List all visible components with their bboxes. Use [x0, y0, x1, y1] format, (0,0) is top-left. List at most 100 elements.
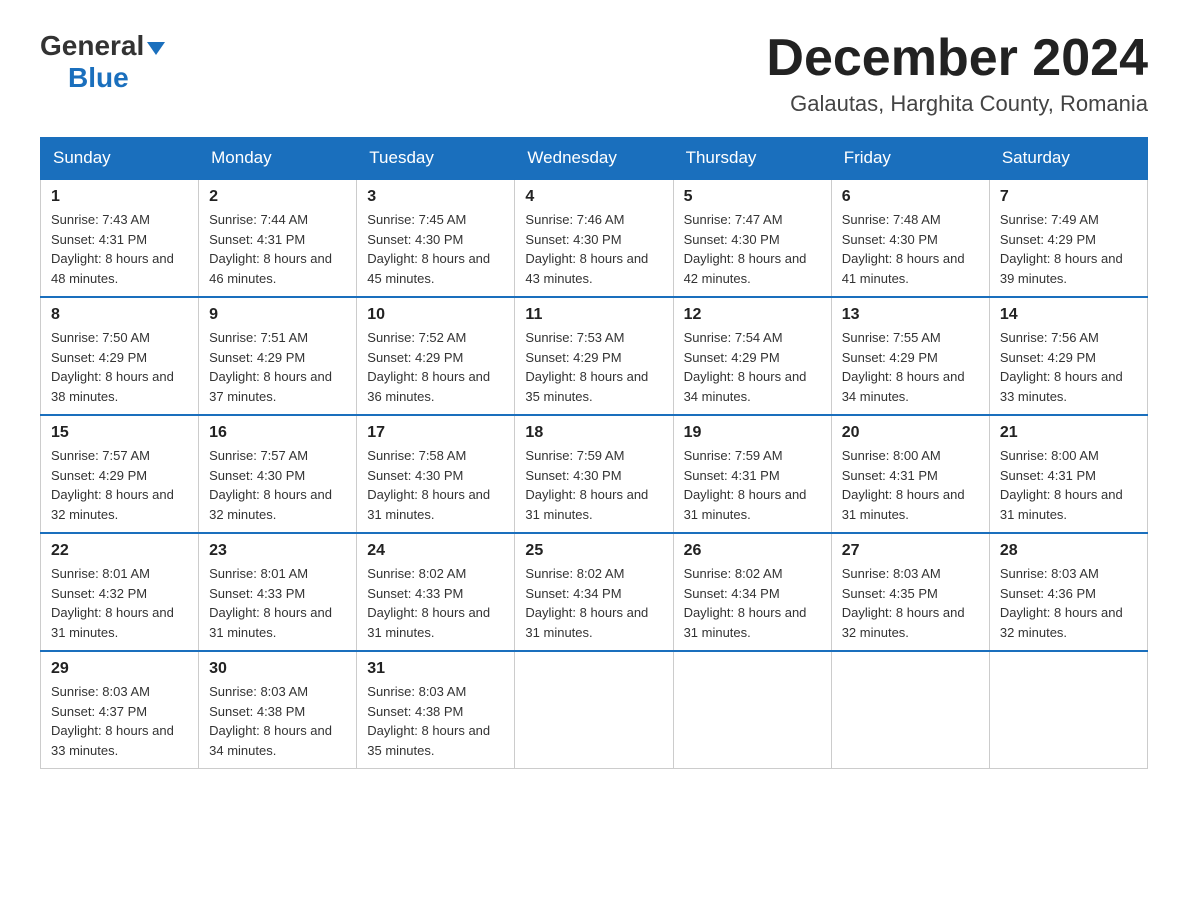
- day-number: 10: [367, 306, 504, 324]
- logo-blue-text: Blue: [68, 62, 129, 93]
- day-number: 23: [209, 542, 346, 560]
- day-number: 7: [1000, 188, 1137, 206]
- day-info: Sunrise: 7:52 AM Sunset: 4:29 PM Dayligh…: [367, 328, 504, 406]
- day-number: 20: [842, 424, 979, 442]
- logo-triangle-icon: [147, 42, 165, 55]
- calendar-cell: 2 Sunrise: 7:44 AM Sunset: 4:31 PM Dayli…: [199, 179, 357, 297]
- day-number: 3: [367, 188, 504, 206]
- header-thursday: Thursday: [673, 138, 831, 180]
- calendar-cell: 15 Sunrise: 7:57 AM Sunset: 4:29 PM Dayl…: [41, 415, 199, 533]
- day-number: 1: [51, 188, 188, 206]
- calendar-cell: 28 Sunrise: 8:03 AM Sunset: 4:36 PM Dayl…: [989, 533, 1147, 651]
- week-row-1: 1 Sunrise: 7:43 AM Sunset: 4:31 PM Dayli…: [41, 179, 1148, 297]
- header-monday: Monday: [199, 138, 357, 180]
- day-info: Sunrise: 8:03 AM Sunset: 4:38 PM Dayligh…: [209, 682, 346, 760]
- calendar-cell: 19 Sunrise: 7:59 AM Sunset: 4:31 PM Dayl…: [673, 415, 831, 533]
- calendar-cell: 23 Sunrise: 8:01 AM Sunset: 4:33 PM Dayl…: [199, 533, 357, 651]
- day-number: 9: [209, 306, 346, 324]
- calendar-cell: 7 Sunrise: 7:49 AM Sunset: 4:29 PM Dayli…: [989, 179, 1147, 297]
- title-block: December 2024 Galautas, Harghita County,…: [766, 30, 1148, 117]
- day-number: 30: [209, 660, 346, 678]
- day-info: Sunrise: 7:53 AM Sunset: 4:29 PM Dayligh…: [525, 328, 662, 406]
- calendar-cell: 4 Sunrise: 7:46 AM Sunset: 4:30 PM Dayli…: [515, 179, 673, 297]
- week-row-5: 29 Sunrise: 8:03 AM Sunset: 4:37 PM Dayl…: [41, 651, 1148, 769]
- day-number: 11: [525, 306, 662, 324]
- day-info: Sunrise: 7:43 AM Sunset: 4:31 PM Dayligh…: [51, 210, 188, 288]
- day-info: Sunrise: 7:49 AM Sunset: 4:29 PM Dayligh…: [1000, 210, 1137, 288]
- calendar-subtitle: Galautas, Harghita County, Romania: [766, 91, 1148, 117]
- day-number: 15: [51, 424, 188, 442]
- day-number: 26: [684, 542, 821, 560]
- day-number: 24: [367, 542, 504, 560]
- page-header: General Blue December 2024 Galautas, Har…: [40, 30, 1148, 117]
- day-info: Sunrise: 7:47 AM Sunset: 4:30 PM Dayligh…: [684, 210, 821, 288]
- day-number: 22: [51, 542, 188, 560]
- day-number: 2: [209, 188, 346, 206]
- calendar-cell: 5 Sunrise: 7:47 AM Sunset: 4:30 PM Dayli…: [673, 179, 831, 297]
- calendar-cell: 31 Sunrise: 8:03 AM Sunset: 4:38 PM Dayl…: [357, 651, 515, 769]
- day-number: 16: [209, 424, 346, 442]
- week-row-4: 22 Sunrise: 8:01 AM Sunset: 4:32 PM Dayl…: [41, 533, 1148, 651]
- calendar-cell: 20 Sunrise: 8:00 AM Sunset: 4:31 PM Dayl…: [831, 415, 989, 533]
- day-number: 31: [367, 660, 504, 678]
- header-friday: Friday: [831, 138, 989, 180]
- calendar-cell: 1 Sunrise: 7:43 AM Sunset: 4:31 PM Dayli…: [41, 179, 199, 297]
- logo-general-text: General: [40, 30, 144, 62]
- calendar-cell: [989, 651, 1147, 769]
- day-info: Sunrise: 8:03 AM Sunset: 4:38 PM Dayligh…: [367, 682, 504, 760]
- calendar-cell: 9 Sunrise: 7:51 AM Sunset: 4:29 PM Dayli…: [199, 297, 357, 415]
- day-number: 29: [51, 660, 188, 678]
- calendar-cell: 25 Sunrise: 8:02 AM Sunset: 4:34 PM Dayl…: [515, 533, 673, 651]
- day-number: 28: [1000, 542, 1137, 560]
- calendar-table: Sunday Monday Tuesday Wednesday Thursday…: [40, 137, 1148, 769]
- day-number: 8: [51, 306, 188, 324]
- day-number: 13: [842, 306, 979, 324]
- day-info: Sunrise: 7:58 AM Sunset: 4:30 PM Dayligh…: [367, 446, 504, 524]
- day-number: 14: [1000, 306, 1137, 324]
- day-number: 19: [684, 424, 821, 442]
- day-number: 25: [525, 542, 662, 560]
- calendar-cell: [515, 651, 673, 769]
- day-info: Sunrise: 8:00 AM Sunset: 4:31 PM Dayligh…: [842, 446, 979, 524]
- day-info: Sunrise: 8:01 AM Sunset: 4:32 PM Dayligh…: [51, 564, 188, 642]
- day-info: Sunrise: 8:03 AM Sunset: 4:35 PM Dayligh…: [842, 564, 979, 642]
- day-number: 18: [525, 424, 662, 442]
- day-info: Sunrise: 8:02 AM Sunset: 4:34 PM Dayligh…: [684, 564, 821, 642]
- calendar-cell: [831, 651, 989, 769]
- calendar-cell: 8 Sunrise: 7:50 AM Sunset: 4:29 PM Dayli…: [41, 297, 199, 415]
- calendar-cell: 21 Sunrise: 8:00 AM Sunset: 4:31 PM Dayl…: [989, 415, 1147, 533]
- header-saturday: Saturday: [989, 138, 1147, 180]
- day-info: Sunrise: 7:51 AM Sunset: 4:29 PM Dayligh…: [209, 328, 346, 406]
- calendar-cell: 22 Sunrise: 8:01 AM Sunset: 4:32 PM Dayl…: [41, 533, 199, 651]
- calendar-cell: 29 Sunrise: 8:03 AM Sunset: 4:37 PM Dayl…: [41, 651, 199, 769]
- logo: General Blue: [40, 30, 165, 94]
- calendar-cell: 17 Sunrise: 7:58 AM Sunset: 4:30 PM Dayl…: [357, 415, 515, 533]
- day-info: Sunrise: 8:02 AM Sunset: 4:34 PM Dayligh…: [525, 564, 662, 642]
- week-row-2: 8 Sunrise: 7:50 AM Sunset: 4:29 PM Dayli…: [41, 297, 1148, 415]
- day-info: Sunrise: 7:46 AM Sunset: 4:30 PM Dayligh…: [525, 210, 662, 288]
- day-info: Sunrise: 8:03 AM Sunset: 4:37 PM Dayligh…: [51, 682, 188, 760]
- calendar-cell: 18 Sunrise: 7:59 AM Sunset: 4:30 PM Dayl…: [515, 415, 673, 533]
- day-info: Sunrise: 7:57 AM Sunset: 4:29 PM Dayligh…: [51, 446, 188, 524]
- day-info: Sunrise: 7:59 AM Sunset: 4:31 PM Dayligh…: [684, 446, 821, 524]
- calendar-cell: 6 Sunrise: 7:48 AM Sunset: 4:30 PM Dayli…: [831, 179, 989, 297]
- calendar-cell: 16 Sunrise: 7:57 AM Sunset: 4:30 PM Dayl…: [199, 415, 357, 533]
- calendar-cell: 12 Sunrise: 7:54 AM Sunset: 4:29 PM Dayl…: [673, 297, 831, 415]
- week-row-3: 15 Sunrise: 7:57 AM Sunset: 4:29 PM Dayl…: [41, 415, 1148, 533]
- calendar-cell: 30 Sunrise: 8:03 AM Sunset: 4:38 PM Dayl…: [199, 651, 357, 769]
- day-info: Sunrise: 7:44 AM Sunset: 4:31 PM Dayligh…: [209, 210, 346, 288]
- calendar-cell: 3 Sunrise: 7:45 AM Sunset: 4:30 PM Dayli…: [357, 179, 515, 297]
- weekday-header-row: Sunday Monday Tuesday Wednesday Thursday…: [41, 138, 1148, 180]
- day-info: Sunrise: 7:50 AM Sunset: 4:29 PM Dayligh…: [51, 328, 188, 406]
- day-info: Sunrise: 7:48 AM Sunset: 4:30 PM Dayligh…: [842, 210, 979, 288]
- day-number: 17: [367, 424, 504, 442]
- calendar-cell: 11 Sunrise: 7:53 AM Sunset: 4:29 PM Dayl…: [515, 297, 673, 415]
- day-number: 21: [1000, 424, 1137, 442]
- header-wednesday: Wednesday: [515, 138, 673, 180]
- day-number: 6: [842, 188, 979, 206]
- day-info: Sunrise: 7:56 AM Sunset: 4:29 PM Dayligh…: [1000, 328, 1137, 406]
- header-sunday: Sunday: [41, 138, 199, 180]
- calendar-cell: 10 Sunrise: 7:52 AM Sunset: 4:29 PM Dayl…: [357, 297, 515, 415]
- day-info: Sunrise: 8:02 AM Sunset: 4:33 PM Dayligh…: [367, 564, 504, 642]
- day-info: Sunrise: 8:00 AM Sunset: 4:31 PM Dayligh…: [1000, 446, 1137, 524]
